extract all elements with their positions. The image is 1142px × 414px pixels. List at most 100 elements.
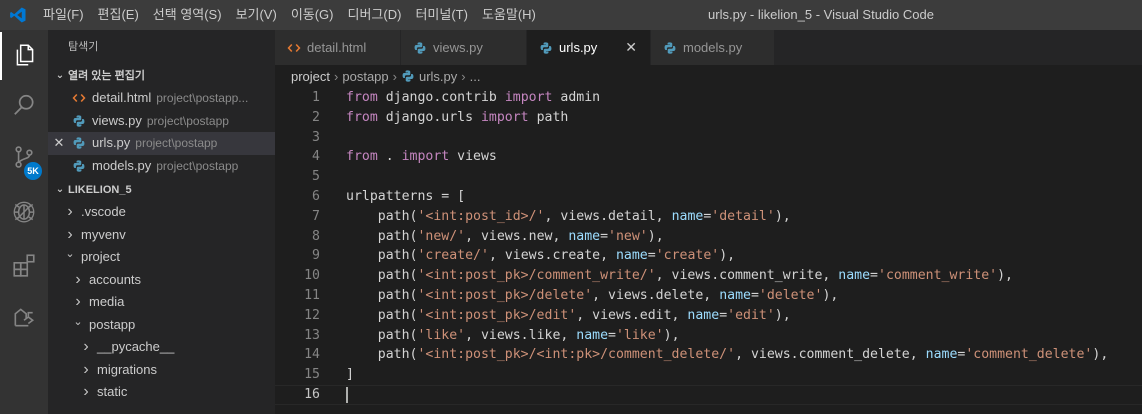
code-token: urlpatterns = [ bbox=[346, 188, 466, 204]
menu-item[interactable]: 도움말(H) bbox=[475, 0, 543, 30]
search-activity-item[interactable] bbox=[0, 82, 48, 130]
code-token: = bbox=[750, 287, 759, 303]
code-token: , views.like, bbox=[465, 327, 577, 343]
line-number: 6 bbox=[312, 188, 320, 204]
line-number: 16 bbox=[304, 386, 320, 402]
code-line[interactable] bbox=[346, 128, 1108, 148]
code-token: name bbox=[687, 307, 720, 323]
tree-folder-name: __pycache__ bbox=[97, 339, 175, 354]
breadcrumb-symbols[interactable]: ... bbox=[470, 69, 481, 84]
close-icon[interactable]: ✕ bbox=[48, 132, 70, 155]
debug-activity-item[interactable] bbox=[0, 188, 48, 236]
line-number: 1 bbox=[312, 90, 320, 105]
open-editor-item[interactable]: detail.html project\postapp... bbox=[48, 87, 275, 110]
code-line[interactable]: from django.contrib import admin bbox=[346, 88, 1108, 108]
chevron-down-icon: ⌄ bbox=[73, 315, 83, 328]
code-area[interactable]: from django.contrib import admin from dja… bbox=[346, 88, 1108, 405]
code-line[interactable]: path('<int:post_pk>/<int:pk>/comment_del… bbox=[346, 345, 1109, 365]
live-share-activity-item[interactable] bbox=[0, 294, 48, 342]
tree-folder-item[interactable]: › accounts bbox=[48, 269, 275, 292]
code-line[interactable]: from django.urls import path bbox=[346, 108, 1108, 128]
source-control-activity-item[interactable]: 5K bbox=[0, 134, 48, 182]
tab-models-py[interactable]: models.py bbox=[651, 30, 775, 65]
code-token: import bbox=[504, 90, 553, 105]
search-icon bbox=[11, 92, 37, 121]
open-editor-item[interactable]: ✕ urls.py project\postapp bbox=[48, 132, 275, 155]
code-token: = bbox=[608, 327, 616, 343]
code-token: path( bbox=[346, 307, 418, 323]
tab-urls-py[interactable]: urls.py ✕ bbox=[527, 30, 651, 65]
menu-item[interactable]: 터미널(T) bbox=[408, 0, 474, 30]
vscode-logo-icon[interactable] bbox=[0, 0, 36, 30]
breadcrumb-postapp[interactable]: postapp bbox=[342, 69, 388, 84]
code-token: path( bbox=[346, 287, 418, 303]
code-line[interactable] bbox=[346, 385, 1108, 405]
tree-folder-name: project bbox=[81, 249, 121, 264]
tree-folder-item[interactable]: › __pycache__ bbox=[48, 336, 275, 359]
tree-folder-item[interactable]: › migrations bbox=[48, 359, 275, 382]
code-token: name bbox=[615, 248, 648, 264]
menu-item[interactable]: 이동(G) bbox=[284, 0, 341, 30]
menu-item[interactable]: 선택 영역(S) bbox=[146, 0, 229, 30]
workspace-header[interactable]: ⌄ LIKELION_5 bbox=[48, 179, 275, 201]
open-editors-header[interactable]: ⌄ 열려 있는 편집기 bbox=[48, 65, 275, 87]
line-number: 13 bbox=[304, 327, 320, 343]
code-token: = bbox=[647, 248, 656, 264]
code-line[interactable]: path('create/', views.create, name='crea… bbox=[346, 246, 1108, 266]
tab-label: models.py bbox=[683, 40, 743, 55]
tree-folder-item[interactable]: ⌄ postapp bbox=[48, 314, 275, 337]
menu-item[interactable]: 파일(F) bbox=[36, 0, 91, 30]
line-number: 4 bbox=[312, 149, 320, 165]
menu-item[interactable]: 보기(V) bbox=[229, 0, 284, 30]
python-file-icon bbox=[539, 41, 557, 55]
code-token: '<int:post_pk>/edit' bbox=[417, 307, 577, 323]
open-editor-name: views.py bbox=[92, 112, 142, 128]
code-token: , views.detail, bbox=[544, 208, 672, 224]
code-token: , views.comment_write, bbox=[655, 268, 839, 284]
breadcrumb-file[interactable]: urls.py bbox=[419, 69, 457, 84]
explorer-activity-item[interactable] bbox=[0, 32, 48, 80]
code-line[interactable]: urlpatterns = [ bbox=[346, 187, 1108, 207]
extensions-activity-item[interactable] bbox=[0, 242, 48, 290]
code-token: path( bbox=[346, 268, 418, 284]
text-cursor bbox=[346, 387, 348, 403]
code-line[interactable]: path('<int:post_id>/', views.detail, nam… bbox=[346, 207, 1108, 227]
code-token: 'edit' bbox=[727, 307, 775, 323]
code-line[interactable]: path('<int:post_pk>/comment_write/', vie… bbox=[346, 266, 1108, 286]
code-line[interactable] bbox=[346, 167, 1108, 187]
code-line[interactable]: path('new/', views.new, name='new'), bbox=[346, 227, 1108, 247]
menu-item[interactable]: 디버그(D) bbox=[341, 0, 409, 30]
code-line[interactable]: from . import views bbox=[346, 147, 1108, 167]
code-token: = bbox=[600, 228, 609, 244]
open-editor-item[interactable]: views.py project\postapp bbox=[48, 110, 275, 133]
close-icon[interactable]: ✕ bbox=[625, 39, 637, 56]
code-editor[interactable]: 1 2 3 4 5 6 7 8 9 10 11 12 13 14 15 16 from django.cont… bbox=[275, 88, 1142, 414]
code-token: 'create/' bbox=[417, 248, 489, 264]
tree-folder-item[interactable]: ⌄ project bbox=[48, 246, 275, 269]
code-token: import bbox=[401, 149, 450, 165]
code-token: name bbox=[838, 268, 871, 284]
chevron-right-icon: › bbox=[83, 338, 89, 355]
tree-folder-item[interactable]: › static bbox=[48, 381, 275, 404]
python-file-icon bbox=[70, 159, 88, 173]
code-token: django.contrib bbox=[377, 90, 505, 105]
code-token: django.urls bbox=[377, 109, 481, 125]
tab-label: views.py bbox=[433, 40, 483, 55]
code-line[interactable]: ] bbox=[346, 365, 1108, 385]
code-line[interactable]: path('<int:post_pk>/delete', views.delet… bbox=[346, 286, 1108, 306]
code-token: ), bbox=[774, 208, 791, 224]
tree-folder-item[interactable]: › .vscode bbox=[48, 201, 275, 224]
explorer-sidebar: 탐색기 ⌄ 열려 있는 편집기 detail.html project\posta… bbox=[48, 30, 275, 414]
code-line[interactable]: path('<int:post_pk>/edit', views.edit, n… bbox=[346, 306, 1108, 326]
code-token: '<int:post_id>/' bbox=[417, 208, 545, 224]
open-editor-item[interactable]: models.py project\postapp bbox=[48, 155, 275, 178]
code-line[interactable]: path('like', views.like, name='like'), bbox=[346, 326, 1108, 346]
chevron-down-icon: ⌄ bbox=[65, 248, 75, 260]
code-token: 'comment_delete' bbox=[965, 347, 1093, 363]
tab-views-py[interactable]: views.py bbox=[401, 30, 527, 65]
python-file-icon bbox=[70, 136, 88, 150]
breadcrumb-project[interactable]: project bbox=[291, 69, 330, 84]
menu-item[interactable]: 편집(E) bbox=[91, 0, 146, 30]
tab-detail-html[interactable]: detail.html bbox=[275, 30, 401, 65]
tree-folder-item[interactable]: › myvenv bbox=[48, 224, 275, 247]
